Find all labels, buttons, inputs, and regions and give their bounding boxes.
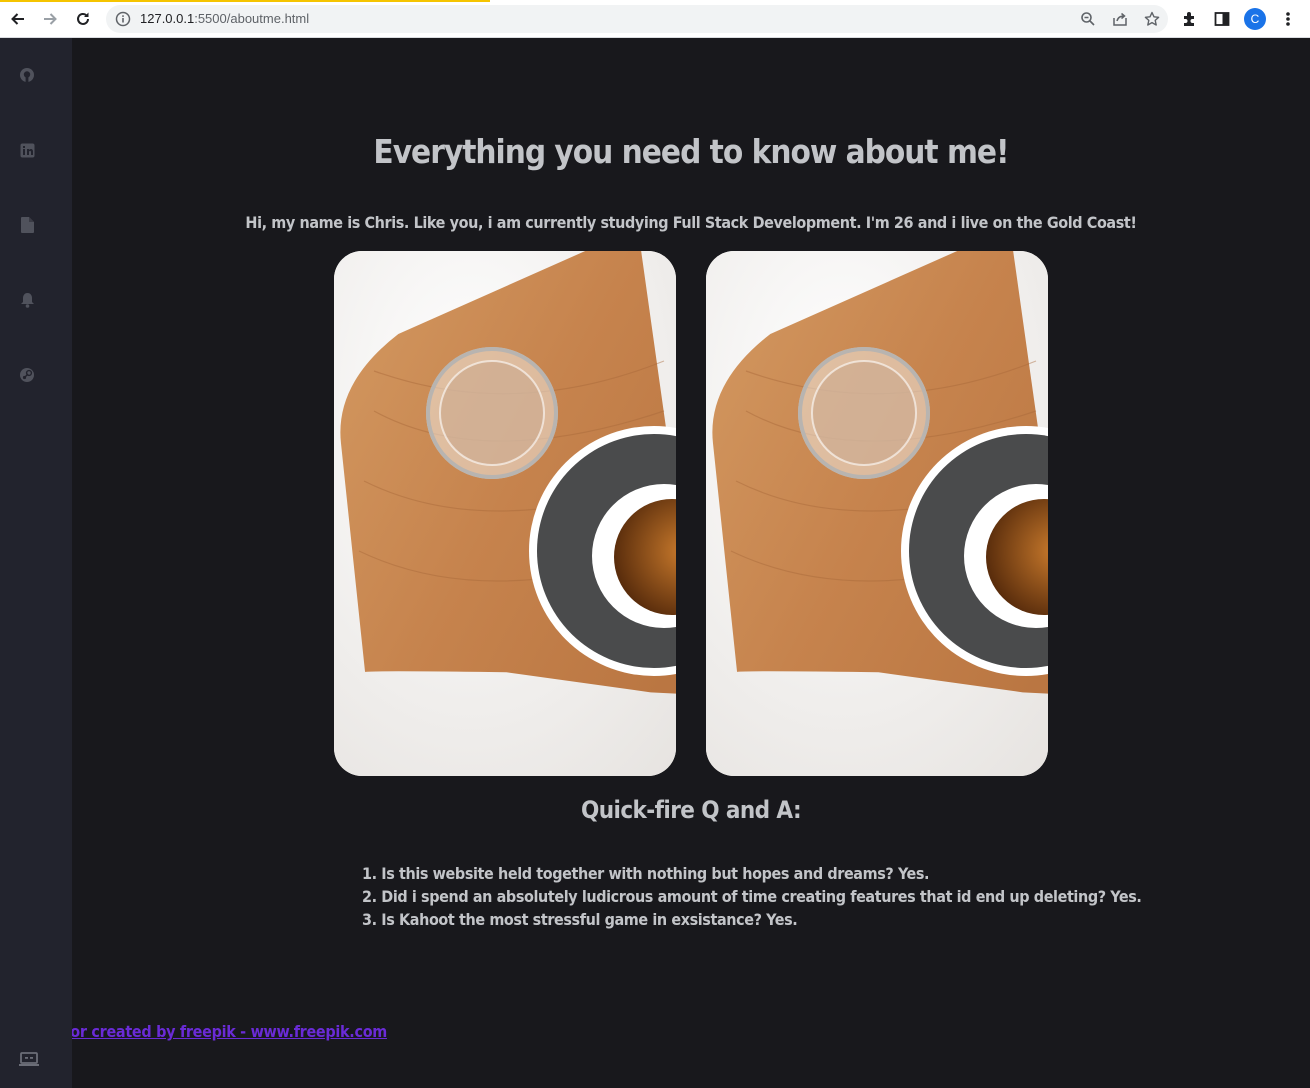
url-host: 127.0.0.1 [140, 11, 195, 26]
intro-text: Hi, my name is Chris. Like you, i am cur… [245, 213, 1137, 232]
kebab-menu-icon[interactable] [1278, 9, 1298, 29]
loading-bar [0, 0, 490, 2]
reload-icon[interactable] [71, 7, 95, 31]
page-title: Everything you need to know about me! [373, 132, 1009, 171]
qa-item: 2. Did i spend an absolutely ludicrous a… [362, 887, 1142, 906]
steam-icon[interactable] [18, 366, 36, 384]
back-icon[interactable] [6, 7, 30, 31]
bell-icon[interactable] [18, 291, 36, 309]
side-panel-icon[interactable] [1212, 9, 1232, 29]
share-icon[interactable] [1112, 11, 1128, 27]
qa-list: 1. Is this website held together with no… [362, 864, 1142, 933]
url-text: 127.0.0.1:5500/aboutme.html [140, 11, 309, 26]
address-bar[interactable]: 127.0.0.1:5500/aboutme.html [106, 5, 1168, 33]
extensions-icon[interactable] [1180, 9, 1200, 29]
profile-avatar[interactable]: C [1244, 8, 1266, 30]
github-icon[interactable] [18, 66, 36, 84]
document-icon[interactable] [18, 216, 36, 234]
sidebar [0, 38, 72, 1088]
qa-item: 1. Is this website held together with no… [362, 864, 930, 883]
forward-icon[interactable] [38, 7, 62, 31]
star-icon[interactable] [1144, 11, 1160, 27]
coffee-photo-left [334, 251, 676, 776]
qa-heading: Quick-fire Q and A: [581, 796, 802, 824]
freepik-credit-link[interactable]: Abstract vector created by freepik - www… [72, 1022, 387, 1041]
qa-item: 3. Is Kahoot the most stressful game in … [362, 910, 798, 929]
coffee-photo-right [706, 251, 1048, 776]
laptop-icon[interactable] [18, 1050, 40, 1068]
credit-container: Abstract vector created by freepik - www… [72, 1020, 472, 1046]
browser-toolbar: 127.0.0.1:5500/aboutme.html C [0, 0, 1310, 38]
info-icon[interactable] [115, 11, 131, 31]
zoom-icon[interactable] [1080, 11, 1096, 27]
linkedin-icon[interactable] [18, 141, 36, 159]
url-path: :5500/aboutme.html [194, 11, 310, 26]
